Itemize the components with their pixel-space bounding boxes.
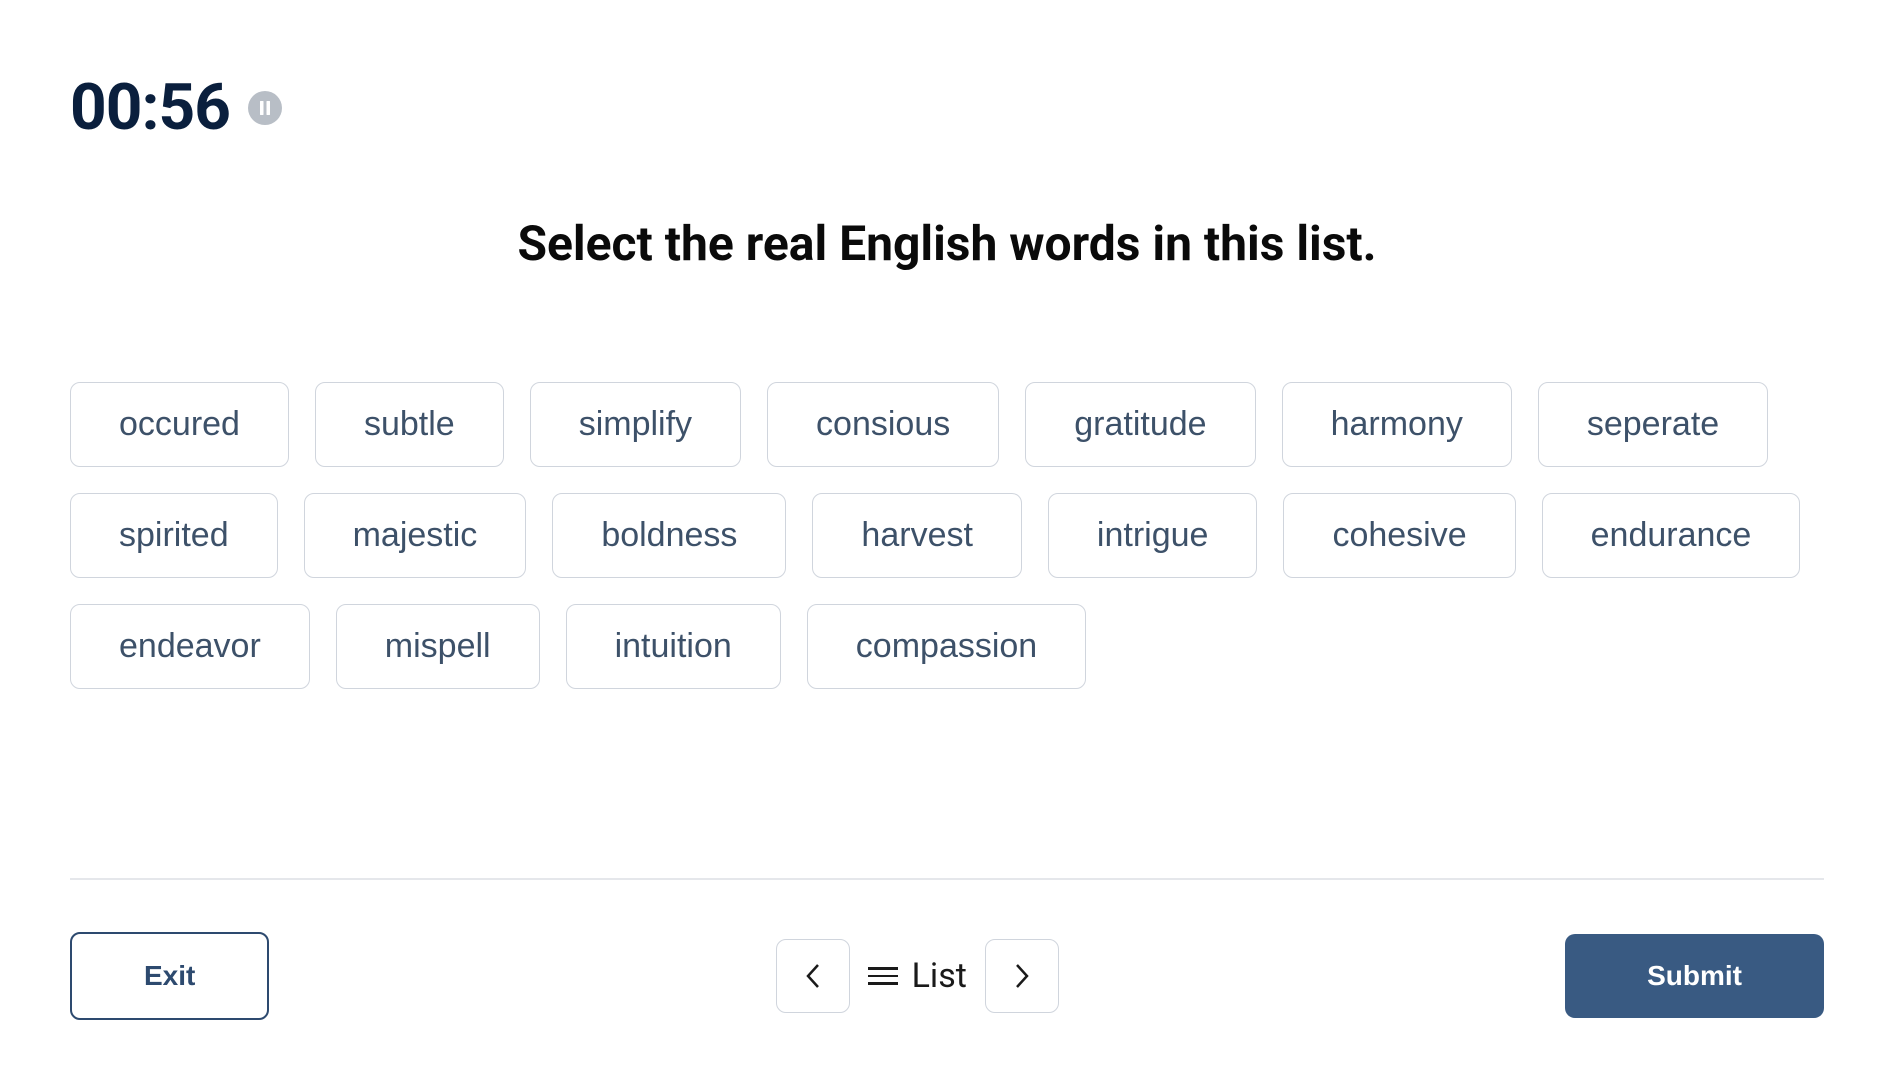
chevron-left-icon xyxy=(804,962,822,990)
word-chip[interactable]: seperate xyxy=(1538,382,1768,467)
word-chip[interactable]: majestic xyxy=(304,493,527,578)
nav-center: List xyxy=(776,939,1059,1013)
word-chip[interactable]: intuition xyxy=(566,604,781,689)
instruction-heading: Select the real English words in this li… xyxy=(70,215,1824,272)
exit-button[interactable]: Exit xyxy=(70,932,269,1020)
word-chip[interactable]: endeavor xyxy=(70,604,310,689)
word-chip[interactable]: mispell xyxy=(336,604,540,689)
word-chip[interactable]: harvest xyxy=(812,493,1022,578)
menu-icon xyxy=(868,967,898,985)
prev-button[interactable] xyxy=(776,939,850,1013)
word-chip[interactable]: consious xyxy=(767,382,999,467)
word-chip[interactable]: gratitude xyxy=(1025,382,1255,467)
word-chip[interactable]: endurance xyxy=(1542,493,1801,578)
footer-bar: Exit List xyxy=(70,878,1824,1020)
pause-icon xyxy=(259,101,271,115)
pause-button[interactable] xyxy=(248,91,282,125)
list-label: List xyxy=(912,956,967,996)
list-button[interactable]: List xyxy=(868,956,967,996)
submit-button[interactable]: Submit xyxy=(1565,934,1824,1018)
word-chip[interactable]: subtle xyxy=(315,382,504,467)
timer-display: 00:56 xyxy=(70,70,230,145)
words-grid: occured subtle simplify consious gratitu… xyxy=(70,382,1824,689)
next-button[interactable] xyxy=(985,939,1059,1013)
word-chip[interactable]: occured xyxy=(70,382,289,467)
word-chip[interactable]: harmony xyxy=(1282,382,1512,467)
chevron-right-icon xyxy=(1013,962,1031,990)
word-chip[interactable]: spirited xyxy=(70,493,278,578)
word-chip[interactable]: cohesive xyxy=(1283,493,1515,578)
word-chip[interactable]: boldness xyxy=(552,493,786,578)
word-chip[interactable]: compassion xyxy=(807,604,1086,689)
word-chip[interactable]: simplify xyxy=(530,382,741,467)
word-chip[interactable]: intrigue xyxy=(1048,493,1258,578)
